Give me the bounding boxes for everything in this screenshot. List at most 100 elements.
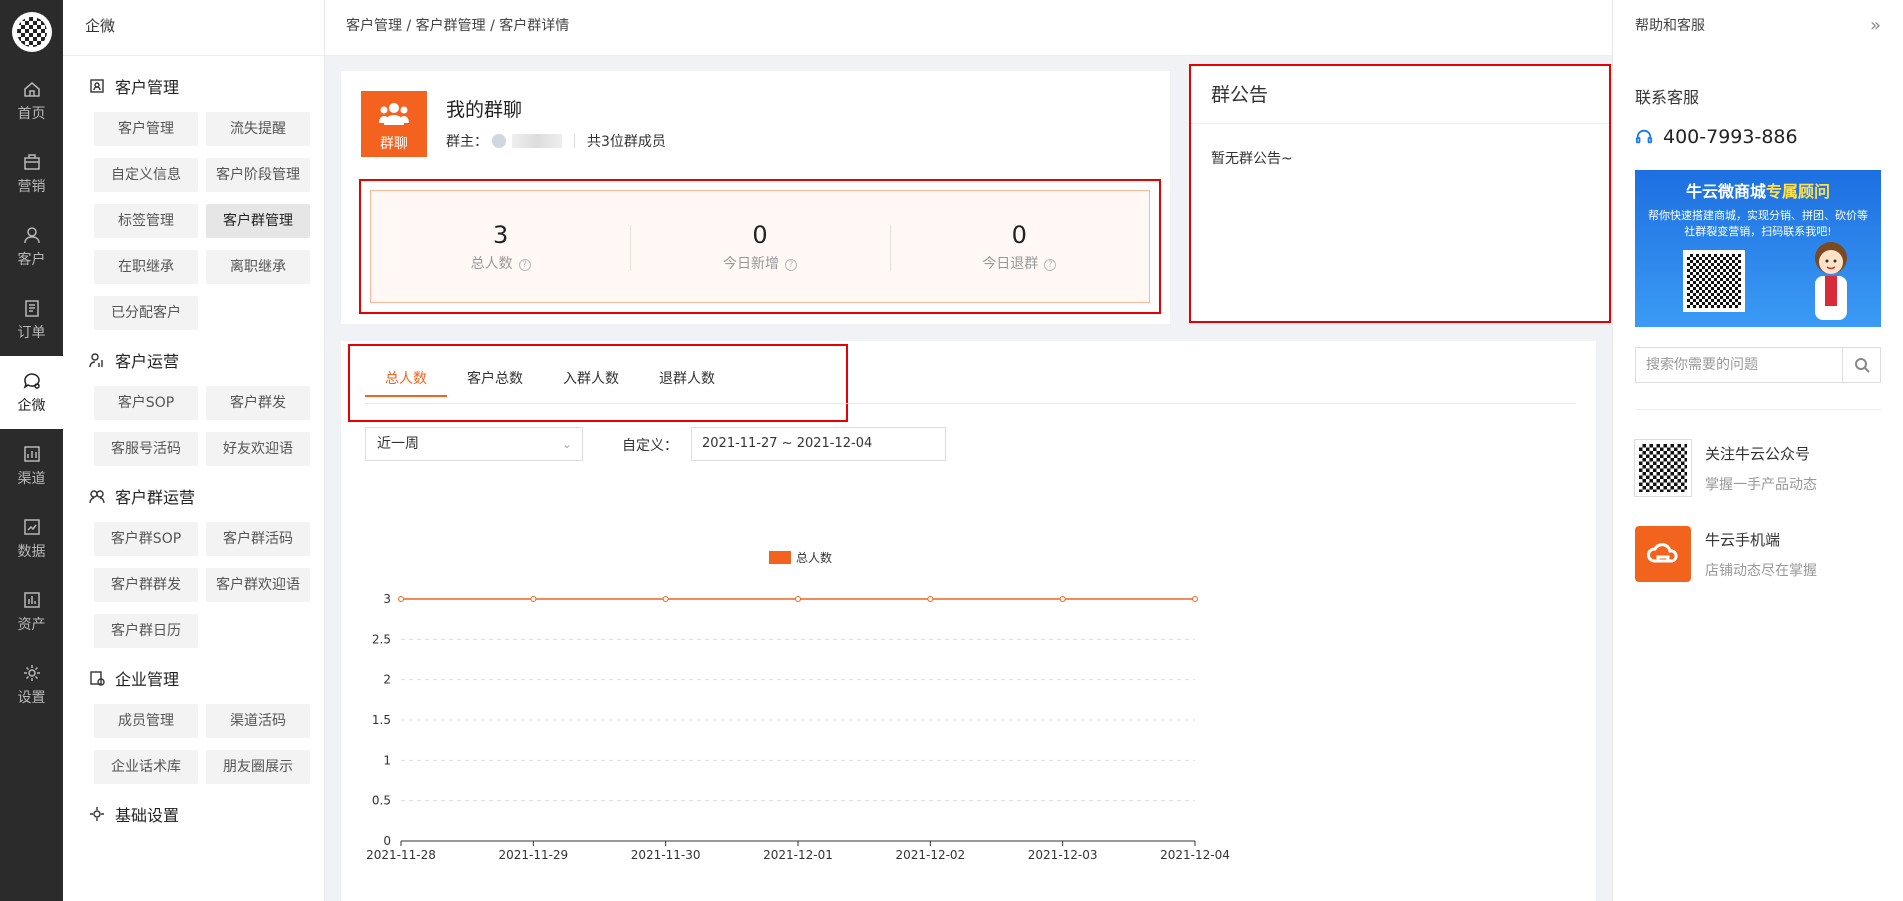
sidebar-item[interactable]: 客户群发 [206, 386, 310, 420]
help-question-icon[interactable]: ? [784, 259, 797, 271]
sidebar-group-title: 客户群运营 [115, 488, 196, 507]
sidebar-group-items: 客户管理 流失提醒 自定义信息 客户阶段管理 标签管理 客户群管理 在职继承 离职继承 已分配客… [63, 112, 324, 330]
sidebar-item[interactable]: 客户群活码 [206, 522, 310, 556]
tab-customers[interactable]: 客户总数 [447, 361, 543, 397]
sidebar-group-items: 成员管理 渠道活码 企业话术库 朋友圈展示 [63, 704, 324, 784]
sidebar-item[interactable]: 在职继承 [94, 250, 198, 284]
sidebar-item[interactable]: 离职继承 [206, 250, 310, 284]
stat-new-today: 0 今日新增? [630, 191, 889, 302]
date-range-picker[interactable]: 2021-11-27 ~ 2021-12-04 [691, 427, 946, 461]
search-button[interactable] [1842, 348, 1880, 382]
rail-item-8[interactable]: 设置 [0, 648, 63, 721]
rail-item-1[interactable]: 营销 [0, 137, 63, 210]
tab-joined[interactable]: 入群人数 [543, 361, 639, 397]
range-select-value: 近一周 [377, 436, 419, 452]
owner-name-redacted [512, 134, 562, 148]
sidebar-item[interactable]: 企业话术库 [94, 750, 198, 784]
stat-left-today: 0 今日退群? [889, 191, 1149, 302]
contact-label: 联系客服 [1635, 88, 1700, 107]
sidebar-group-header: 客户管理 [63, 72, 324, 100]
data-point [398, 596, 404, 602]
sidebar-item[interactable]: 流失提醒 [206, 112, 310, 146]
sidebar-group-items: 客户群SOP 客户群活码 客户群群发 客户群欢迎语 客户群日历 [63, 522, 324, 648]
chat-icon [23, 372, 40, 389]
asset-icon [23, 591, 40, 608]
rail-item-0[interactable]: 首页 [0, 64, 63, 137]
stat-value: 3 [493, 221, 509, 249]
consultant-banner[interactable]: 牛云微商城专属顾问 帮你快速搭建商城，实现分销、拼团、砍价等社群裂变营销，扫码联… [1635, 170, 1881, 327]
home-icon [23, 81, 40, 97]
sidebar-item[interactable]: 客户阶段管理 [206, 158, 310, 192]
rail-item-5[interactable]: 渠道 [0, 429, 63, 502]
sidebar-item[interactable]: 自定义信息 [94, 158, 198, 192]
rail-item-3[interactable]: 订单 [0, 283, 63, 356]
legend-label: 总人数 [796, 550, 832, 565]
sidebar-group-title: 企业管理 [115, 670, 180, 689]
help-question-icon[interactable]: ? [518, 259, 531, 271]
rail-item-7[interactable]: 资产 [0, 575, 63, 648]
range-select[interactable]: 近一周 ⌄ [365, 427, 583, 461]
rail-item-label: 资产 [17, 616, 46, 633]
link-title: 牛云手机端 [1705, 530, 1781, 549]
banner-title-b: 专属顾问 [1766, 182, 1831, 201]
gear-icon [23, 664, 40, 681]
app-logo[interactable] [11, 12, 52, 52]
sidebar-item[interactable]: 客服号活码 [94, 432, 198, 466]
link-subtitle: 店铺动态尽在掌握 [1705, 562, 1817, 579]
sidebar-item[interactable]: 客户群群发 [94, 568, 198, 602]
consultant-illustration [1815, 242, 1847, 320]
notice-title: 群公告 [1191, 66, 1609, 124]
rail-item-2[interactable]: 客户 [0, 210, 63, 283]
group-avatar: 群聊 [361, 91, 427, 157]
member-count: 共3位群成员 [587, 134, 666, 150]
sidebar-item[interactable]: 客户群SOP [94, 522, 198, 556]
group-icon [89, 490, 105, 504]
sidebar-item[interactable]: 好友欢迎语 [206, 432, 310, 466]
sidebar-item[interactable]: 客户群日历 [94, 614, 198, 648]
follow-account-link[interactable]: 关注牛云公众号 掌握一手产品动态 [1634, 439, 1881, 497]
sidebar-item[interactable]: 客户群欢迎语 [206, 568, 310, 602]
contact-phone: 400-7993-886 [1613, 126, 1903, 148]
sidebar-group-header: 企业管理 [63, 664, 324, 692]
tab-total[interactable]: 总人数 [365, 361, 447, 397]
mobile-app-link[interactable]: 牛云手机端 店铺动态尽在掌握 [1635, 526, 1881, 582]
sidebar-item[interactable]: 朋友圈展示 [206, 750, 310, 784]
x-tick-label: 2021-12-04 [1160, 848, 1230, 862]
stat-label: 总人数 [470, 256, 513, 272]
group-icon [89, 353, 103, 368]
y-tick-label: 1.5 [372, 713, 391, 727]
metric-tabs: 总人数 客户总数 入群人数 退群人数 [365, 361, 735, 397]
data-point [530, 596, 537, 602]
notice-body: 暂无群公告~ [1211, 151, 1293, 167]
sidebar-item[interactable]: 已分配客户 [94, 296, 198, 330]
x-tick-label: 2021-11-28 [366, 848, 436, 862]
chart-card: 总人数 客户总数 入群人数 退群人数 近一周 ⌄ 自定义： 2021-11-27… [341, 341, 1596, 901]
group-notice-card: 群公告 暂无群公告~ [1189, 64, 1611, 323]
collapse-chevron-icon[interactable]: » [1870, 0, 1881, 52]
app-rail: 首页 营销 客户 订单 企微渠道数据资产设置 [0, 0, 63, 901]
data-point [1059, 596, 1066, 602]
link-subtitle: 掌握一手产品动态 [1705, 476, 1817, 493]
sidebar-item[interactable]: 客户管理 [94, 112, 198, 146]
help-search-input[interactable] [1636, 348, 1842, 382]
secondary-sidebar: 企微 客户管理 客户管理 流失提醒 自定义信息 客户阶段管理 标签管理 客户群管理 在职继承离… [63, 0, 325, 901]
sidebar-item[interactable]: 渠道活码 [206, 704, 310, 738]
tab-left[interactable]: 退群人数 [639, 361, 735, 397]
channel-icon [23, 445, 40, 462]
rail-item-label: 渠道 [17, 470, 46, 487]
sidebar-item[interactable]: 客户SOP [94, 386, 198, 420]
chevron-down-icon: ⌄ [561, 437, 572, 451]
sidebar-item[interactable]: 标签管理 [94, 204, 198, 238]
y-tick-label: 3 [383, 592, 391, 606]
rail-item-label: 设置 [17, 689, 46, 706]
briefcase-icon [23, 153, 40, 170]
sidebar-item[interactable]: 成员管理 [94, 704, 198, 738]
sidebar-item[interactable]: 客户群管理 [206, 204, 310, 238]
help-question-icon[interactable]: ? [1044, 259, 1057, 271]
rail-item-4[interactable]: 企微 [0, 356, 63, 429]
sidebar-group-title: 基础设置 [115, 806, 180, 825]
data-point [1192, 596, 1198, 602]
rail-item-6[interactable]: 数据 [0, 502, 63, 575]
stat-value: 0 [1011, 221, 1027, 249]
help-title: 帮助和客服 [1635, 18, 1705, 34]
